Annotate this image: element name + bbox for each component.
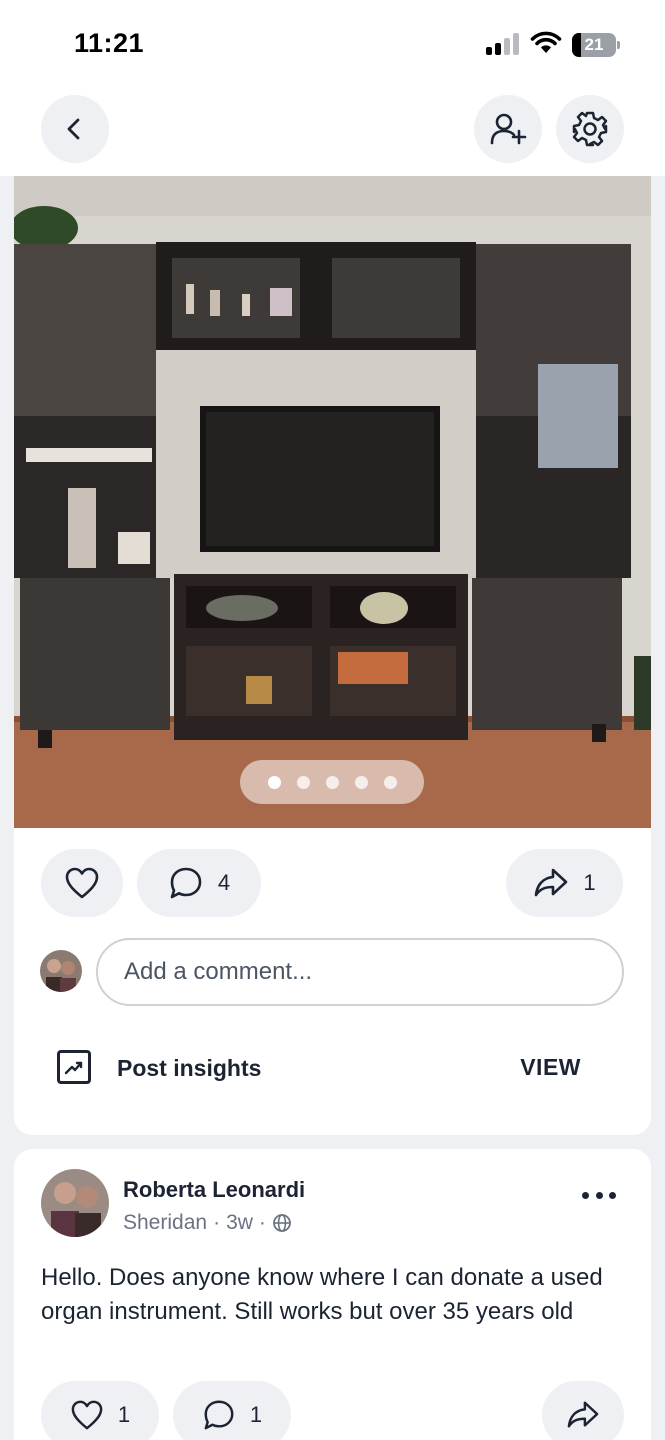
- share-arrow-icon: [535, 868, 568, 897]
- settings-button[interactable]: [556, 95, 624, 163]
- speech-bubble-icon: [170, 867, 202, 899]
- add-friend-button[interactable]: [474, 95, 542, 163]
- speech-bubble-icon: [204, 1400, 234, 1430]
- carousel-dot[interactable]: [267, 775, 281, 789]
- comment-count: 4: [217, 870, 231, 895]
- user-photo: [40, 950, 82, 992]
- carousel-dot[interactable]: [325, 775, 339, 789]
- status-time: 11:21: [74, 28, 145, 58]
- heart-icon: [71, 1400, 103, 1430]
- post-insights-row[interactable]: Post insights VIEW: [14, 1036, 651, 1106]
- view-insights-button[interactable]: VIEW: [520, 1054, 581, 1081]
- comment-button[interactable]: 4: [137, 849, 261, 917]
- carousel-dot[interactable]: [354, 775, 368, 789]
- meta-separator: ·: [258, 1211, 266, 1234]
- like-button[interactable]: [41, 849, 123, 917]
- avatar[interactable]: [40, 950, 82, 992]
- comment-count: 1: [249, 1402, 263, 1427]
- avatar[interactable]: [41, 1169, 109, 1237]
- comment-row: Add a comment...: [14, 936, 651, 1006]
- status-bar: 11:21 21: [0, 0, 665, 88]
- post-insights-label: Post insights: [117, 1055, 262, 1081]
- top-navigation-bar: [0, 88, 665, 176]
- post-meta: Sheridan · 3w ·: [123, 1211, 292, 1235]
- photo-post-card: 4 1 Add a comment... Post insights VIEW: [14, 176, 651, 1135]
- post-photo[interactable]: [14, 176, 651, 828]
- carousel-indicator: [240, 760, 424, 804]
- battery-icon: 21: [572, 33, 620, 57]
- battery-level: 21: [584, 35, 604, 54]
- back-button[interactable]: [41, 95, 109, 163]
- carousel-dot[interactable]: [296, 775, 310, 789]
- entertainment-unit-photo: [14, 176, 651, 828]
- post-body: Hello. Does anyone know where I can dona…: [41, 1264, 603, 1325]
- wifi-icon: [530, 31, 562, 53]
- heart-icon: [65, 867, 99, 899]
- more-options-button[interactable]: [582, 1185, 616, 1205]
- share-arrow-icon: [567, 1401, 599, 1428]
- gear-icon: [572, 111, 608, 147]
- post-location[interactable]: Sheridan: [123, 1211, 207, 1235]
- post-author[interactable]: Roberta Leonardi: [123, 1177, 305, 1203]
- carousel-dot[interactable]: [383, 775, 397, 789]
- text-post-card: Roberta Leonardi Sheridan · 3w · Hello. …: [14, 1149, 651, 1440]
- comment-input[interactable]: Add a comment...: [96, 938, 624, 1006]
- signal-icon: [486, 33, 520, 55]
- post-time: 3w: [226, 1211, 253, 1234]
- share-button[interactable]: [542, 1381, 624, 1440]
- trending-chart-icon: [57, 1050, 91, 1084]
- like-count: 1: [117, 1402, 131, 1427]
- meta-separator: ·: [213, 1211, 221, 1234]
- share-count: 1: [583, 870, 596, 895]
- comment-button[interactable]: 1: [173, 1381, 291, 1440]
- chevron-left-icon: [67, 118, 80, 140]
- share-button[interactable]: 1: [506, 849, 623, 917]
- globe-icon: [273, 1214, 291, 1232]
- user-plus-icon: [490, 113, 527, 145]
- user-photo: [41, 1169, 109, 1237]
- like-button[interactable]: 1: [41, 1381, 159, 1440]
